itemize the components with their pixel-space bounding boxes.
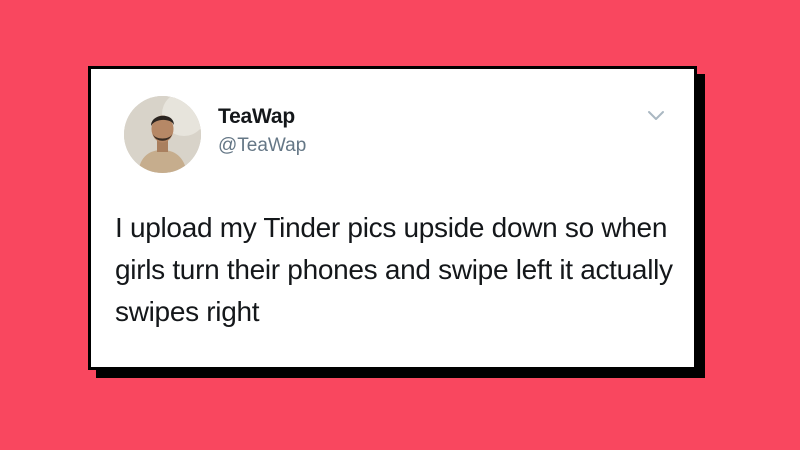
- chevron-down-icon[interactable]: [646, 109, 666, 123]
- display-name[interactable]: TeaWap: [218, 105, 295, 129]
- user-handle[interactable]: @TeaWap: [218, 135, 306, 157]
- profile-photo-icon: [124, 96, 201, 173]
- tweet-card: TeaWap @TeaWap I upload my Tinder pics u…: [88, 66, 697, 370]
- avatar[interactable]: [124, 96, 201, 173]
- tweet-text: I upload my Tinder pics upside down so w…: [115, 212, 673, 327]
